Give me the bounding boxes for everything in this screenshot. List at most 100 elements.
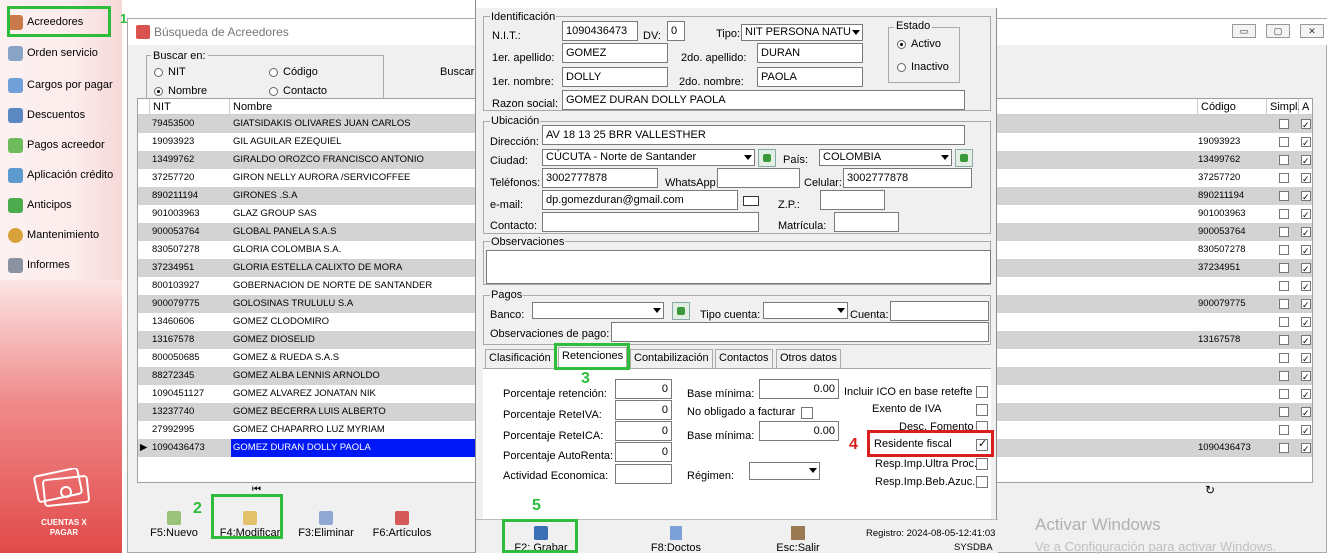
first-record-icon[interactable]: ⏮: [252, 484, 261, 495]
sidebar-item-aplicacion-credito[interactable]: Aplicación crédito: [8, 163, 114, 187]
active-checkbox[interactable]: [1301, 386, 1311, 404]
simpl-checkbox[interactable]: [1279, 335, 1289, 345]
nuevo-button[interactable]: F5:Nuevo: [149, 505, 199, 539]
radio-nit[interactable]: NIT: [154, 66, 186, 78]
active-checkbox[interactable]: [1301, 116, 1311, 134]
sidebar-item-anticipos[interactable]: Anticipos: [8, 193, 114, 217]
articulos-button[interactable]: F6:Artículos: [372, 505, 432, 539]
tab-otros-datos[interactable]: Otros datos: [776, 349, 841, 368]
active-checkbox[interactable]: [1301, 278, 1311, 296]
sidebar-item-descuentos[interactable]: Descuentos: [8, 103, 114, 127]
simpl-checkbox[interactable]: [1279, 245, 1289, 255]
simpl-checkbox[interactable]: [1279, 443, 1289, 453]
ciudad-select[interactable]: CÚCUTA - Norte de Santander: [542, 149, 755, 166]
maximize-button[interactable]: ▢: [1266, 24, 1290, 38]
radio-activo[interactable]: Activo: [897, 38, 941, 50]
modificar-button[interactable]: F4:Modificar: [218, 505, 282, 539]
ciudad-lookup-button[interactable]: [758, 149, 776, 167]
simpl-checkbox[interactable]: [1279, 119, 1289, 129]
active-checkbox[interactable]: [1301, 260, 1311, 278]
simpl-checkbox[interactable]: [1279, 371, 1289, 381]
porcentaje-retencion-field[interactable]: 0: [615, 379, 672, 399]
simpl-checkbox[interactable]: [1279, 425, 1289, 435]
active-checkbox[interactable]: [1301, 170, 1311, 188]
sidebar-item-mantenimiento[interactable]: Mantenimiento: [8, 223, 114, 247]
grabar-button[interactable]: F2: Grabar: [506, 526, 576, 556]
nombre1-field[interactable]: DOLLY: [562, 67, 668, 87]
porcentaje-reteiva-field[interactable]: 0: [615, 400, 672, 420]
apellido2-field[interactable]: DURAN: [757, 43, 863, 63]
mail-icon[interactable]: [743, 196, 759, 206]
nit-field[interactable]: 1090436473: [562, 21, 638, 41]
tab-contactos[interactable]: Contactos: [715, 349, 773, 368]
dv-field[interactable]: 0: [667, 21, 685, 41]
exento-iva-checkbox[interactable]: [976, 404, 988, 416]
observaciones-textarea[interactable]: [486, 250, 991, 284]
no-obligado-checkbox[interactable]: [801, 407, 813, 419]
simpl-checkbox[interactable]: [1279, 317, 1289, 327]
simpl-checkbox[interactable]: [1279, 263, 1289, 273]
celular-field[interactable]: 3002777878: [843, 168, 972, 188]
simpl-checkbox[interactable]: [1279, 209, 1289, 219]
telefonos-field[interactable]: 3002777878: [542, 168, 658, 188]
contacto-field[interactable]: [542, 212, 759, 232]
residente-fiscal-checkbox[interactable]: [976, 437, 988, 451]
tipo-cuenta-select[interactable]: [763, 302, 848, 319]
resp-ultra-checkbox[interactable]: [976, 458, 988, 470]
active-checkbox[interactable]: [1301, 188, 1311, 206]
refresh-icon[interactable]: ↻: [1205, 483, 1215, 497]
active-checkbox[interactable]: [1301, 422, 1311, 440]
simpl-checkbox[interactable]: [1279, 173, 1289, 183]
active-checkbox[interactable]: [1301, 440, 1311, 458]
porcentaje-reteica-field[interactable]: 0: [615, 421, 672, 441]
banco-lookup-button[interactable]: [672, 302, 690, 320]
ico-checkbox[interactable]: [976, 386, 988, 398]
active-checkbox[interactable]: [1301, 314, 1311, 332]
regimen-select[interactable]: [749, 462, 820, 480]
column-header-nit[interactable]: NIT: [150, 99, 230, 115]
simpl-checkbox[interactable]: [1279, 407, 1289, 417]
minimize-button[interactable]: ▭: [1232, 24, 1256, 38]
radio-codigo[interactable]: Código: [269, 66, 318, 78]
simpl-checkbox[interactable]: [1279, 389, 1289, 399]
tab-retenciones[interactable]: Retenciones: [558, 347, 628, 369]
simpl-checkbox[interactable]: [1279, 227, 1289, 237]
matricula-field[interactable]: [834, 212, 899, 232]
active-checkbox[interactable]: [1301, 332, 1311, 350]
pais-lookup-button[interactable]: [955, 149, 973, 167]
column-header-codigo[interactable]: Código: [1197, 99, 1267, 115]
simpl-checkbox[interactable]: [1279, 137, 1289, 147]
salir-button[interactable]: Esc:Salir: [768, 526, 828, 556]
apellido1-field[interactable]: GOMEZ: [562, 43, 668, 63]
column-header-simpl[interactable]: Simpl.: [1267, 99, 1301, 115]
nombre2-field[interactable]: PAOLA: [757, 67, 863, 87]
sidebar-item-cargos[interactable]: Cargos por pagar: [8, 73, 114, 97]
sidebar-item-acreedores[interactable]: Acreedores: [8, 10, 114, 34]
simpl-checkbox[interactable]: [1279, 353, 1289, 363]
active-checkbox[interactable]: [1301, 350, 1311, 368]
whatsapp-field[interactable]: [717, 168, 800, 188]
email-field[interactable]: dp.gomezduran@gmail.com: [542, 190, 738, 210]
active-checkbox[interactable]: [1301, 152, 1311, 170]
eliminar-button[interactable]: F3:Eliminar: [298, 505, 354, 539]
sidebar-item-orden-servicio[interactable]: Orden servicio: [8, 41, 114, 65]
direccion-field[interactable]: AV 18 13 25 BRR VALLESTHER: [542, 125, 965, 145]
desc-fomento-checkbox[interactable]: [976, 421, 988, 433]
obs-pago-field[interactable]: [611, 322, 989, 342]
cuenta-field[interactable]: [890, 301, 989, 321]
zp-field[interactable]: [820, 190, 885, 210]
radio-inactivo[interactable]: Inactivo: [897, 61, 949, 73]
doctos-button[interactable]: F8:Doctos: [646, 526, 706, 556]
pais-select[interactable]: COLOMBIA: [819, 149, 952, 166]
active-checkbox[interactable]: [1301, 134, 1311, 152]
base-minima-1-field[interactable]: 0.00: [759, 379, 839, 399]
porcentaje-autorenta-field[interactable]: 0: [615, 442, 672, 462]
resp-beb-checkbox[interactable]: [976, 476, 988, 488]
active-checkbox[interactable]: [1301, 368, 1311, 386]
simpl-checkbox[interactable]: [1279, 299, 1289, 309]
active-checkbox[interactable]: [1301, 296, 1311, 314]
active-checkbox[interactable]: [1301, 404, 1311, 422]
banco-select[interactable]: [532, 302, 664, 319]
tipo-select[interactable]: NIT PERSONA NATU: [741, 24, 863, 41]
sidebar-item-pagos[interactable]: Pagos acreedor: [8, 133, 114, 157]
